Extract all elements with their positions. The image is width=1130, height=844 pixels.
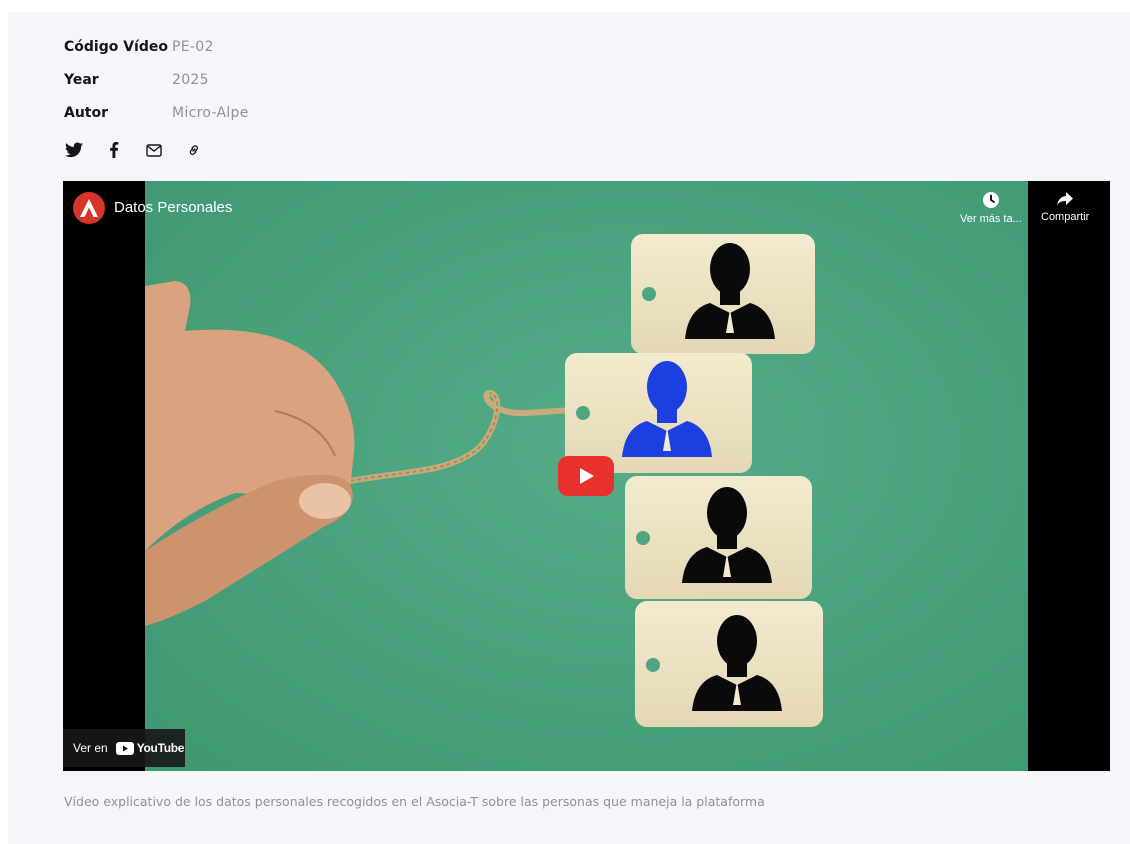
video-caption: Vídeo explicativo de los datos personale… — [64, 794, 765, 809]
meta-label: Autor — [64, 104, 109, 121]
youtube-play-icon — [115, 741, 134, 755]
meta-label: Year — [64, 71, 99, 88]
tag-4 — [635, 601, 823, 727]
video-title[interactable]: Datos Personales — [114, 199, 232, 216]
share-video-label: Compartir — [1041, 211, 1090, 223]
meta-row-year: Year 2025 — [64, 63, 249, 96]
watch-later-button[interactable]: Ver más ta... — [960, 191, 1022, 225]
facebook-icon[interactable] — [104, 140, 124, 160]
share-bar — [64, 140, 204, 160]
tag-1 — [631, 234, 815, 354]
share-arrow-icon — [1057, 192, 1074, 206]
watch-later-label: Ver más ta... — [960, 213, 1022, 225]
mail-icon[interactable] — [144, 140, 164, 160]
watch-on-youtube-link[interactable]: Ver en YouTube — [63, 729, 185, 767]
meta-value: 2025 — [172, 71, 209, 88]
video-header: Datos Personales Ver más ta... Compartir — [63, 181, 1110, 237]
youtube-logo: YouTube — [115, 741, 185, 755]
tag-3 — [625, 476, 812, 599]
meta-value: PE-02 — [172, 38, 214, 55]
video-metadata: Código Vídeo PE-02 Year 2025 Autor Micro… — [64, 30, 249, 129]
link-icon[interactable] — [184, 140, 204, 160]
youtube-embed[interactable]: Datos Personales Ver más ta... Compartir… — [63, 181, 1110, 771]
watch-on-label: Ver en — [73, 741, 108, 755]
clock-icon — [982, 192, 999, 208]
twitter-icon[interactable] — [64, 140, 84, 160]
play-button[interactable] — [558, 456, 614, 496]
channel-logo-icon[interactable] — [73, 192, 105, 224]
meta-row-code: Código Vídeo PE-02 — [64, 30, 249, 63]
meta-value: Micro-Alpe — [172, 104, 249, 121]
meta-row-author: Autor Micro-Alpe — [64, 96, 249, 129]
meta-label: Código Vídeo — [64, 38, 168, 55]
tag-2 — [565, 353, 752, 473]
share-video-button[interactable]: Compartir — [1041, 191, 1089, 223]
youtube-word: YouTube — [136, 741, 185, 755]
